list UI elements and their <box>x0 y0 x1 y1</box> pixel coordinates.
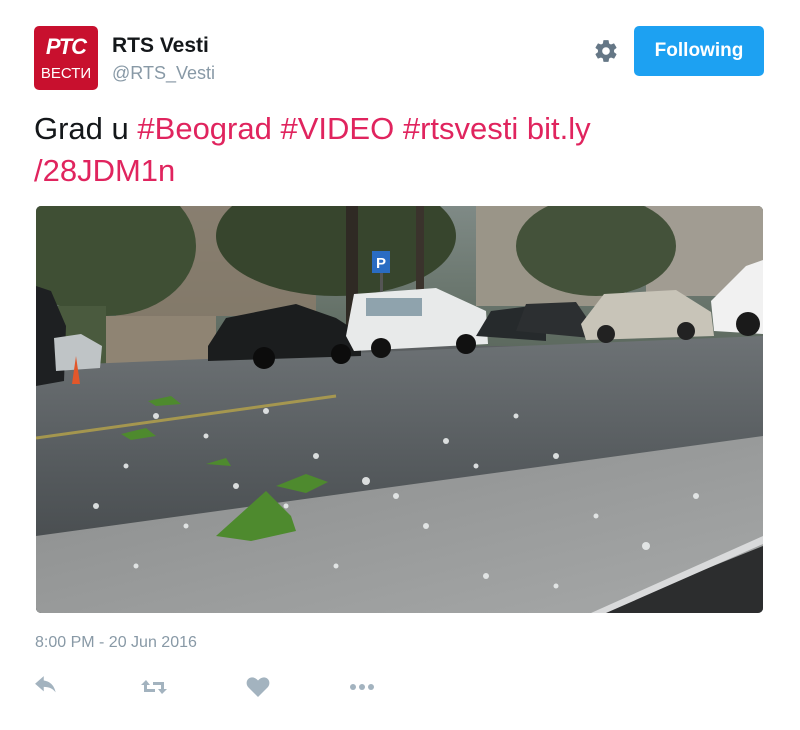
avatar-logo-text: РТС <box>45 34 87 59</box>
parking-sign: P <box>376 255 386 272</box>
avatar[interactable]: РТС ВЕСТИ <box>34 26 98 90</box>
avatar-logo-subtext: ВЕСТИ <box>40 65 92 82</box>
gear-icon[interactable] <box>593 38 619 64</box>
hashtag-beograd[interactable]: #Beograd <box>137 111 271 146</box>
following-button[interactable]: Following <box>634 26 764 76</box>
short-link-part-2: /28JDM1n <box>34 153 176 188</box>
tweet-card: РТС ВЕСТИ RTS Vesti @RTS_Vesti Following… <box>0 0 800 730</box>
retweet-icon[interactable] <box>140 676 170 700</box>
heart-icon[interactable] <box>246 676 276 700</box>
tweet-text-plain: Grad u <box>34 111 129 146</box>
account-handle[interactable]: @RTS_Vesti <box>112 63 215 84</box>
tweet-timestamp[interactable]: 8:00 PM - 20 Jun 2016 <box>35 634 197 652</box>
hailstorm-street-photo: P <box>36 206 763 613</box>
reply-icon[interactable] <box>34 676 64 700</box>
more-icon[interactable] <box>348 676 378 700</box>
hashtag-video[interactable]: #VIDEO <box>280 111 394 146</box>
hashtag-rtsvesti[interactable]: #rtsvesti <box>403 111 518 146</box>
account-name[interactable]: RTS Vesti <box>112 34 209 58</box>
short-link-part-1: bit.ly <box>526 111 591 146</box>
tweet-photo[interactable]: P <box>36 206 763 613</box>
tweet-text: Grad u #Beograd #VIDEO #rtsvesti bit.ly /… <box>34 108 764 192</box>
